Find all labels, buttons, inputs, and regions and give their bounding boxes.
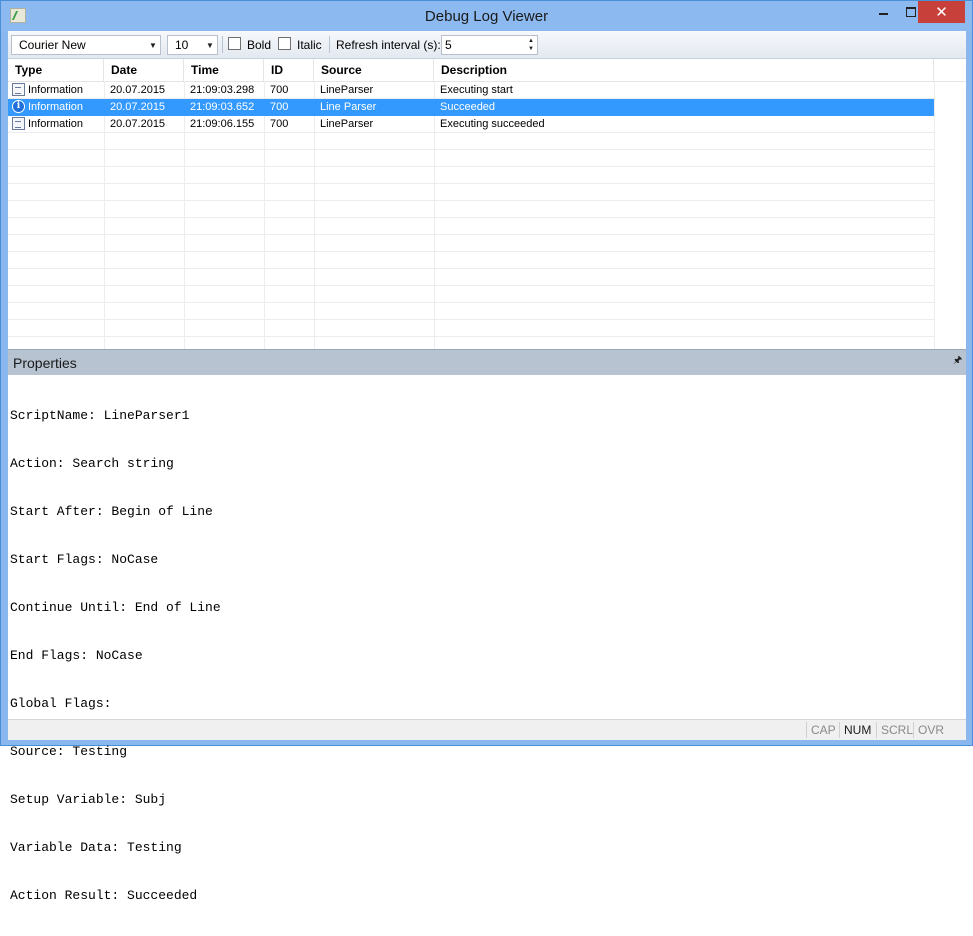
font-size-select[interactable]: 10 ▼	[167, 35, 218, 55]
font-size-value: 10	[175, 38, 189, 52]
cell-source: Line Parser	[320, 101, 377, 113]
grid-line	[8, 234, 934, 235]
table-row[interactable]: Information 20.07.2015 21:09:06.155 700 …	[8, 116, 934, 133]
cell-id: 700	[270, 101, 289, 113]
status-scrl: SCRL	[881, 723, 914, 737]
chevron-down-icon[interactable]: ▼	[146, 36, 160, 54]
grid-line	[8, 251, 934, 252]
column-header-description[interactable]: Description	[434, 59, 934, 81]
column-header-type[interactable]: Type	[8, 59, 104, 81]
grid-line	[8, 336, 934, 337]
grid-line	[8, 268, 934, 269]
chevron-down-icon[interactable]: ▼	[203, 36, 217, 54]
cell-type: i Information	[8, 99, 104, 116]
cell-time: 21:09:03.298	[190, 84, 255, 96]
status-ovr: OVR	[918, 723, 945, 737]
status-separator	[806, 722, 807, 738]
cell-source: LineParser	[320, 84, 374, 96]
toolbar-separator	[329, 36, 330, 53]
grid-line	[8, 217, 934, 218]
property-line: Start Flags: NoCase	[10, 552, 159, 567]
grid-header: Type Date Time ID Source Description	[8, 59, 966, 82]
table-row[interactable]: Information 20.07.2015 21:09:03.298 700 …	[8, 82, 934, 99]
property-line: Global Flags:	[10, 696, 112, 711]
property-line: Source: Testing	[10, 744, 128, 759]
column-header-date[interactable]: Date	[104, 59, 184, 81]
property-line: Action Result: Succeeded	[10, 888, 198, 903]
grid-line	[8, 166, 934, 167]
properties-panel: Properties 🖈 ScriptName: LineParser1 Act…	[8, 349, 966, 903]
refresh-interval-spinner[interactable]: 5 ▲ ▼	[441, 35, 538, 55]
close-icon: ✕	[935, 3, 948, 21]
log-grid[interactable]: Type Date Time ID Source Description Inf…	[8, 59, 966, 349]
cell-description: Executing start	[440, 84, 513, 96]
cell-type: Information	[8, 82, 104, 99]
property-line: Variable Data: Testing	[10, 840, 182, 855]
maximize-icon	[906, 6, 916, 17]
column-header-source[interactable]: Source	[314, 59, 434, 81]
toolbar-separator	[222, 36, 223, 53]
refresh-interval-value[interactable]: 5	[442, 38, 525, 52]
properties-title: Properties	[13, 355, 77, 371]
document-icon	[12, 82, 25, 96]
close-button[interactable]: ✕	[918, 1, 965, 23]
property-line: End Flags: NoCase	[10, 648, 143, 663]
grid-line	[8, 319, 934, 320]
bold-label[interactable]: Bold	[247, 38, 271, 52]
property-line: Action: Search string	[10, 456, 174, 471]
minimize-icon	[878, 12, 888, 15]
status-separator	[876, 722, 877, 738]
cell-type: Information	[8, 116, 104, 133]
client-area: Courier New ▼ 10 ▼ Bold Italic Refresh i…	[8, 31, 966, 903]
grid-line	[8, 149, 934, 150]
italic-label[interactable]: Italic	[297, 38, 322, 52]
grid-line	[8, 183, 934, 184]
cell-id: 700	[270, 84, 289, 96]
cell-id: 700	[270, 118, 289, 130]
cell-description: Executing succeeded	[440, 118, 545, 130]
grid-line	[934, 81, 935, 349]
cell-date: 20.07.2015	[110, 101, 166, 113]
toolbar: Courier New ▼ 10 ▼ Bold Italic Refresh i…	[8, 31, 966, 59]
cell-description: Succeeded	[440, 101, 496, 113]
grid-line	[8, 285, 934, 286]
property-line: Setup Variable: Subj	[10, 792, 167, 807]
table-row-selected[interactable]: i Information 20.07.2015 21:09:03.652 700…	[8, 99, 934, 116]
cell-time: 21:09:03.652	[190, 101, 255, 113]
spinner-arrows[interactable]: ▲ ▼	[525, 36, 537, 54]
spin-up-icon[interactable]: ▲	[528, 37, 534, 45]
font-family-value: Courier New	[19, 38, 86, 52]
refresh-interval-label: Refresh interval (s):	[336, 38, 441, 52]
cell-source: LineParser	[320, 118, 374, 130]
minimize-button[interactable]	[869, 1, 897, 22]
font-family-select[interactable]: Courier New ▼	[11, 35, 161, 55]
title-bar[interactable]: Debug Log Viewer ✕	[1, 1, 972, 31]
property-line: Start After: Begin of Line	[10, 504, 213, 519]
status-separator	[913, 722, 914, 738]
column-header-time[interactable]: Time	[184, 59, 264, 81]
spin-down-icon[interactable]: ▼	[528, 45, 534, 53]
grid-line	[8, 302, 934, 303]
properties-content[interactable]: ScriptName: LineParser1 Action: Search s…	[10, 376, 960, 936]
property-line: Continue Until: End of Line	[10, 600, 221, 615]
property-line: ScriptName: LineParser1	[10, 408, 190, 423]
app-window: Debug Log Viewer ✕ Courier New ▼ 10 ▼ Bo…	[0, 0, 973, 903]
window-title: Debug Log Viewer	[424, 8, 549, 25]
document-icon	[12, 116, 25, 130]
properties-header[interactable]: Properties 🖈	[8, 349, 966, 375]
status-cap: CAP	[811, 723, 836, 737]
cell-time: 21:09:06.155	[190, 118, 255, 130]
info-icon: i	[12, 99, 25, 113]
cell-date: 20.07.2015	[110, 118, 166, 130]
pin-icon[interactable]: 🖈	[953, 356, 962, 366]
status-num: NUM	[844, 723, 872, 737]
cell-date: 20.07.2015	[110, 84, 166, 96]
column-header-id[interactable]: ID	[264, 59, 314, 81]
status-separator	[839, 722, 840, 738]
italic-checkbox[interactable]	[278, 37, 291, 50]
status-bar: CAP NUM SCRL OVR	[8, 719, 966, 740]
grid-line	[8, 200, 934, 201]
bold-checkbox[interactable]	[228, 37, 241, 50]
